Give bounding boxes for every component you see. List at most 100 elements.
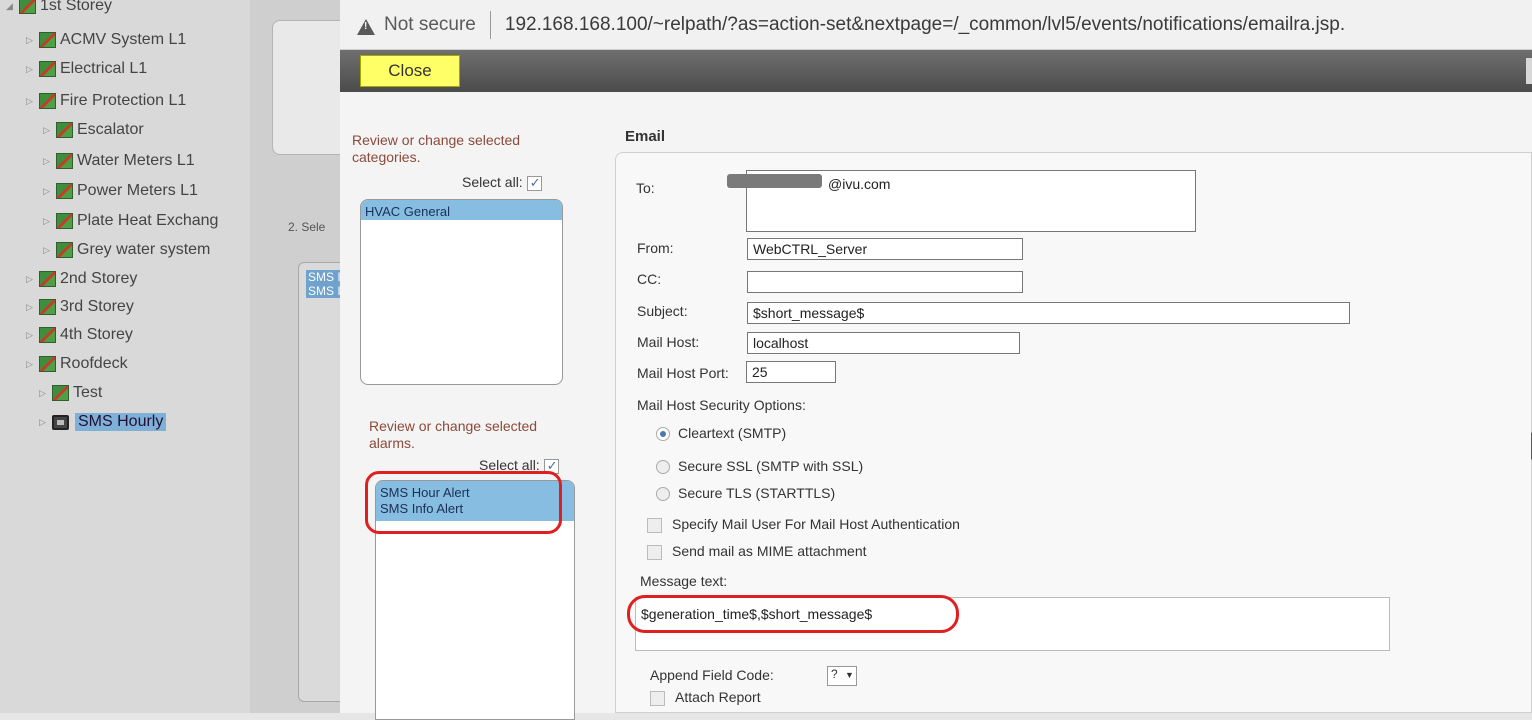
- expand-arrow-icon[interactable]: ▷: [39, 388, 49, 399]
- tree-item-escalator[interactable]: ▷ Escalator: [43, 117, 144, 143]
- email-popup-window: Not secure 192.168.168.100/~relpath/?as=…: [340, 0, 1532, 720]
- expand-arrow-icon[interactable]: ▷: [43, 245, 53, 256]
- divider: [489, 10, 491, 39]
- send-as-mime-option[interactable]: Send mail as MIME attachment: [647, 543, 867, 560]
- equipment-icon: [39, 356, 56, 372]
- expand-arrow-icon[interactable]: ▷: [26, 96, 36, 107]
- tree-item-label: Test: [73, 384, 103, 401]
- annotation-highlight-ring: [365, 471, 562, 534]
- tree-item-2nd-storey[interactable]: ▷ 2nd Storey: [26, 266, 137, 292]
- checkbox[interactable]: [647, 544, 662, 560]
- expand-arrow-icon[interactable]: ▷: [26, 330, 36, 341]
- tree-item-1st-storey[interactable]: ◢ 1st Storey: [6, 0, 112, 19]
- option-label: Attach Report: [675, 689, 761, 705]
- checkbox[interactable]: [647, 517, 662, 533]
- tree-item-label: Water Meters L1: [77, 152, 195, 169]
- expand-arrow-icon[interactable]: ▷: [43, 156, 53, 167]
- tree-item-label: Plate Heat Exchang: [77, 212, 219, 229]
- tree-item-fire-protection[interactable]: ▷ Fire Protection L1: [26, 88, 186, 114]
- url-text[interactable]: 192.168.168.100/~relpath/?as=action-set&…: [505, 14, 1345, 36]
- radio-button[interactable]: [656, 460, 670, 475]
- radio-button[interactable]: [656, 487, 670, 502]
- security-options-label: Mail Host Security Options:: [637, 397, 806, 413]
- tree-item-grey-water[interactable]: ▷ Grey water system: [43, 237, 210, 263]
- select-all-checkbox[interactable]: [526, 175, 542, 191]
- tree-item-label: ACMV System L1: [60, 31, 187, 48]
- tree-item-test[interactable]: ▷ Test: [39, 380, 102, 406]
- alarms-review-text: Review or change selected alarms.: [369, 418, 538, 451]
- step-label: 2. Sele: [288, 220, 326, 234]
- categories-select-all[interactable]: Select all:: [462, 174, 542, 191]
- equipment-icon: [39, 327, 56, 343]
- redaction-bar: [727, 174, 822, 188]
- mail-host-field[interactable]: localhost: [747, 332, 1020, 354]
- mail-host-port-field[interactable]: 25: [746, 361, 836, 383]
- tree-item-3rd-storey[interactable]: ▷ 3rd Storey: [26, 294, 134, 320]
- mail-host-port-label: Mail Host Port:: [637, 365, 729, 381]
- chevron-down-icon: ▼: [845, 670, 854, 680]
- tree-item-water-meters[interactable]: ▷ Water Meters L1: [43, 148, 195, 174]
- checkbox[interactable]: [650, 690, 665, 706]
- message-text-label: Message text:: [640, 573, 728, 589]
- tree-item-label: Fire Protection L1: [60, 92, 187, 109]
- equipment-icon: [39, 32, 56, 48]
- select-all-label: Select all:: [462, 174, 523, 190]
- subject-label: Subject:: [637, 303, 688, 319]
- equipment-icon: [56, 183, 73, 199]
- tree-item-label: 1st Storey: [40, 0, 113, 14]
- expand-arrow-icon[interactable]: ▷: [43, 216, 53, 227]
- tree-item-power-meters[interactable]: ▷ Power Meters L1: [43, 178, 198, 204]
- tree-item-label: Grey water system: [77, 241, 211, 258]
- specify-mail-user-option[interactable]: Specify Mail User For Mail Host Authenti…: [647, 516, 960, 533]
- security-option-ssl[interactable]: Secure SSL (SMTP with SSL): [656, 458, 863, 475]
- tree-item-sms-hourly[interactable]: ▷ SMS Hourly: [39, 409, 167, 435]
- tree-item-roofdeck[interactable]: ▷ Roofdeck: [26, 351, 128, 377]
- equipment-icon: [56, 213, 73, 229]
- expand-arrow-icon[interactable]: ▷: [26, 64, 36, 75]
- expand-arrow-icon[interactable]: ▷: [43, 125, 53, 136]
- annotation-highlight-ring: [627, 595, 959, 633]
- tree-item-label: Roofdeck: [60, 355, 128, 372]
- cc-label: CC:: [637, 271, 662, 287]
- module-icon: [52, 414, 69, 430]
- tree-item-label: Escalator: [77, 121, 144, 138]
- cc-field[interactable]: [747, 271, 1023, 293]
- expand-arrow-icon[interactable]: ▷: [43, 186, 53, 197]
- expand-arrow-icon[interactable]: ▷: [26, 35, 36, 46]
- append-field-code-select[interactable]: ? ▼: [827, 666, 857, 686]
- expand-arrow-icon[interactable]: ▷: [39, 417, 49, 428]
- tree-item-label: Power Meters L1: [77, 182, 198, 199]
- from-field[interactable]: WebCTRL_Server: [747, 238, 1023, 260]
- tree-item-label: SMS Hourly: [75, 413, 167, 431]
- toolbar: Close: [340, 50, 1532, 92]
- security-option-cleartext[interactable]: Cleartext (SMTP): [656, 425, 786, 442]
- tree-item-plate-heat-exchanger[interactable]: ▷ Plate Heat Exchang: [43, 208, 218, 234]
- expand-arrow-icon[interactable]: ▷: [26, 359, 36, 370]
- attach-report-option[interactable]: Attach Report: [650, 689, 761, 706]
- collapse-arrow-icon[interactable]: ◢: [6, 1, 16, 12]
- subject-field[interactable]: $short_message$: [747, 302, 1350, 324]
- expand-arrow-icon[interactable]: ▷: [26, 274, 36, 285]
- radio-button[interactable]: [656, 427, 670, 442]
- equipment-icon: [39, 299, 56, 315]
- mail-host-label: Mail Host:: [637, 334, 700, 350]
- categories-review-text: Review or change selected categories.: [352, 132, 521, 165]
- address-bar[interactable]: Not secure 192.168.168.100/~relpath/?as=…: [340, 0, 1532, 50]
- equipment-icon: [52, 385, 69, 401]
- security-indicator[interactable]: Not secure: [384, 14, 476, 36]
- list-item[interactable]: HVAC General: [361, 200, 562, 220]
- to-label: To:: [636, 180, 655, 196]
- expand-arrow-icon[interactable]: ▷: [26, 302, 36, 313]
- equipment-icon: [39, 61, 56, 77]
- from-label: From:: [637, 240, 674, 256]
- equipment-icon: [56, 153, 73, 169]
- tree-item-acmv-system[interactable]: ▷ ACMV System L1: [26, 27, 186, 53]
- tree-item-4th-storey[interactable]: ▷ 4th Storey: [26, 322, 133, 348]
- option-label: Secure TLS (STARTTLS): [678, 485, 836, 501]
- close-button[interactable]: Close: [360, 55, 460, 87]
- equipment-icon: [19, 0, 36, 14]
- tree-item-label: 2nd Storey: [60, 270, 138, 287]
- tree-item-electrical[interactable]: ▷ Electrical L1: [26, 56, 147, 82]
- security-option-tls[interactable]: Secure TLS (STARTTLS): [656, 485, 836, 502]
- categories-listbox[interactable]: HVAC General: [360, 199, 563, 385]
